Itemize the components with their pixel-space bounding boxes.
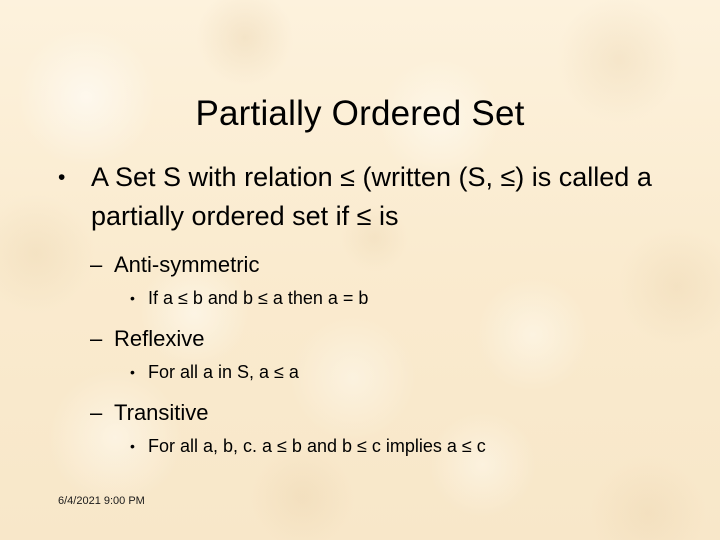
outline-item-reflexive: – Reflexive: [90, 322, 720, 356]
en-dash-bullet-icon: –: [90, 400, 103, 425]
property-detail-transitive: For all a, b, c. a ≤ b and b ≤ c implies…: [148, 436, 486, 456]
en-dash-bullet-icon: –: [90, 252, 103, 277]
en-dash-bullet-icon: –: [90, 326, 103, 351]
outline-item-definition: • A Set S with relation ≤ (written (S, ≤…: [58, 158, 691, 236]
round-bullet-icon: •: [130, 290, 135, 306]
page-title: Partially Ordered Set: [195, 94, 525, 134]
footer-timestamp: 6/4/2021 9:00 PM: [58, 495, 145, 507]
outline-detail-anti-symmetric: • If a ≤ b and b ≤ a then a = b: [130, 283, 720, 313]
outline-detail-reflexive: • For all a in S, a ≤ a: [130, 357, 720, 387]
slide-body-outline: • A Set S with relation ≤ (written (S, ≤…: [0, 158, 720, 461]
round-bullet-icon: •: [58, 166, 66, 189]
property-detail-reflexive: For all a in S, a ≤ a: [148, 362, 299, 382]
round-bullet-icon: •: [130, 364, 135, 380]
round-bullet-icon: •: [130, 438, 135, 454]
definition-text: A Set S with relation ≤ (written (S, ≤) …: [91, 162, 652, 231]
property-name-reflexive: Reflexive: [114, 326, 205, 351]
outline-item-anti-symmetric: – Anti-symmetric: [90, 248, 720, 282]
outline-item-transitive: – Transitive: [90, 396, 720, 430]
property-name-transitive: Transitive: [114, 400, 209, 425]
slide-canvas: Partially Ordered Set • A Set S with rel…: [0, 0, 720, 540]
property-name-anti-symmetric: Anti-symmetric: [114, 252, 260, 277]
property-detail-anti-symmetric: If a ≤ b and b ≤ a then a = b: [148, 288, 369, 308]
outline-detail-transitive: • For all a, b, c. a ≤ b and b ≤ c impli…: [130, 431, 720, 461]
